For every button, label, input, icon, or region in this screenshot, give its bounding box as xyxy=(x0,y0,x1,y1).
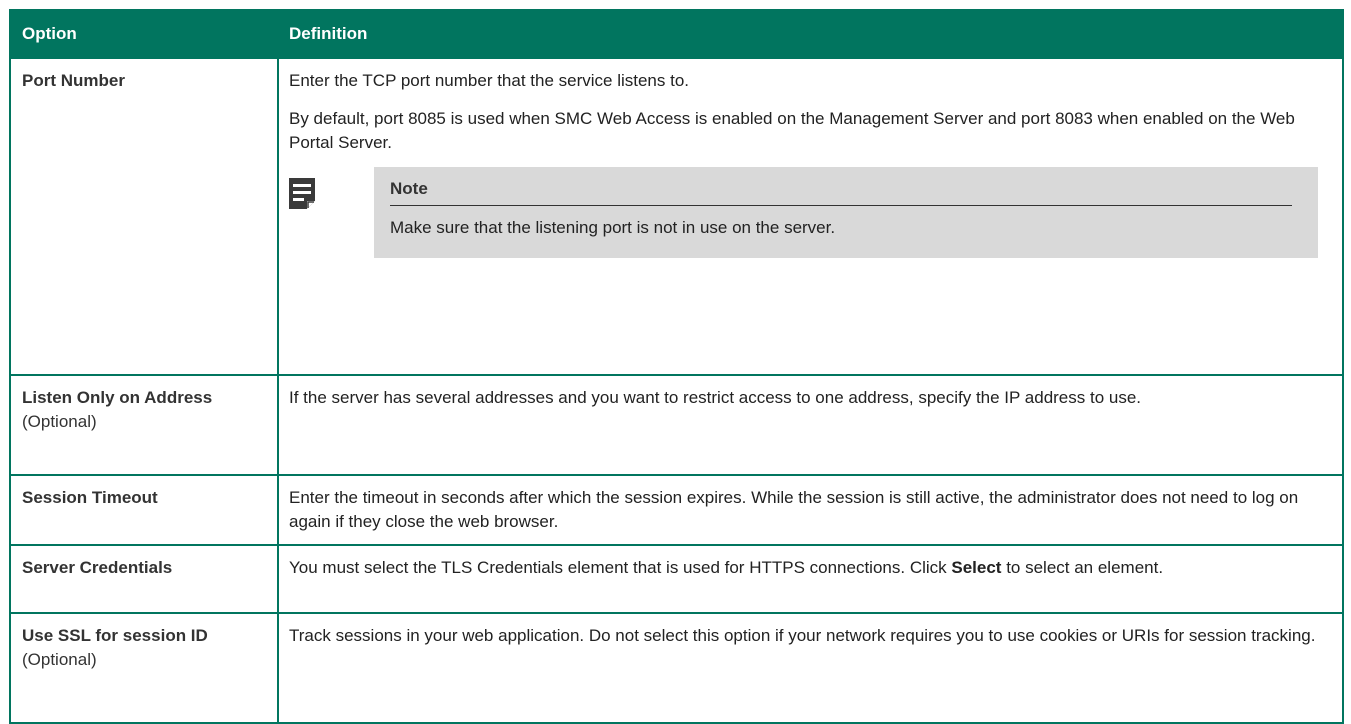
note-icon xyxy=(289,178,315,209)
option-cell: Server Credentials xyxy=(9,544,279,614)
definition-text: By default, port 8085 is used when SMC W… xyxy=(289,109,1295,152)
definition-cell: Enter the timeout in seconds after which… xyxy=(277,474,1344,546)
option-qualifier: (Optional) xyxy=(22,650,97,669)
table-header-row: Option Definition xyxy=(9,9,1344,59)
option-name: Listen Only on Address xyxy=(22,388,213,407)
definition-text-part: You must select the TLS Credentials elem… xyxy=(289,558,952,577)
option-cell: Session Timeout xyxy=(9,474,279,546)
definition-text: Enter the TCP port number that the servi… xyxy=(289,71,690,90)
note-title: Note xyxy=(390,177,1292,206)
definition-cell: If the server has several addresses and … xyxy=(277,374,1344,476)
definition-cell: Enter the TCP port number that the servi… xyxy=(277,57,1344,376)
option-name: Port Number xyxy=(22,71,125,90)
option-name: Session Timeout xyxy=(22,488,158,507)
table-row: Port Number Enter the TCP port number th… xyxy=(9,57,1344,376)
table-row: Server Credentials You must select the T… xyxy=(9,544,1344,614)
table-row: Listen Only on Address (Optional) If the… xyxy=(9,374,1344,476)
option-name: Server Credentials xyxy=(22,558,173,577)
note-text: Make sure that the listening port is not… xyxy=(390,218,836,237)
table-row: Use SSL for session ID (Optional) Track … xyxy=(9,612,1344,724)
definition-text: Enter the timeout in seconds after which… xyxy=(289,488,1299,531)
table-row: Session Timeout Enter the timeout in sec… xyxy=(9,474,1344,546)
option-cell: Listen Only on Address (Optional) xyxy=(9,374,279,476)
column-header-definition: Definition xyxy=(277,9,1344,59)
definition-cell: You must select the TLS Credentials elem… xyxy=(277,544,1344,614)
note-box: Note Make sure that the listening port i… xyxy=(374,167,1318,258)
definition-cell: Track sessions in your web application. … xyxy=(277,612,1344,724)
definition-text: If the server has several addresses and … xyxy=(289,388,1142,407)
options-table: Option Definition Port Number Enter the … xyxy=(9,9,1344,724)
options-table-container: Option Definition Port Number Enter the … xyxy=(9,9,1344,724)
option-cell: Use SSL for session ID (Optional) xyxy=(9,612,279,724)
note-block: Note Make sure that the listening port i… xyxy=(289,167,1318,258)
definition-text: Track sessions in your web application. … xyxy=(289,626,1316,645)
column-header-option: Option xyxy=(9,9,279,59)
option-cell: Port Number xyxy=(9,57,279,376)
definition-text-part: to select an element. xyxy=(1001,558,1164,577)
option-qualifier: (Optional) xyxy=(22,412,97,431)
option-name: Use SSL for session ID xyxy=(22,626,208,645)
definition-text: You must select the TLS Credentials elem… xyxy=(289,556,1318,580)
select-ui-label: Select xyxy=(951,558,1002,577)
